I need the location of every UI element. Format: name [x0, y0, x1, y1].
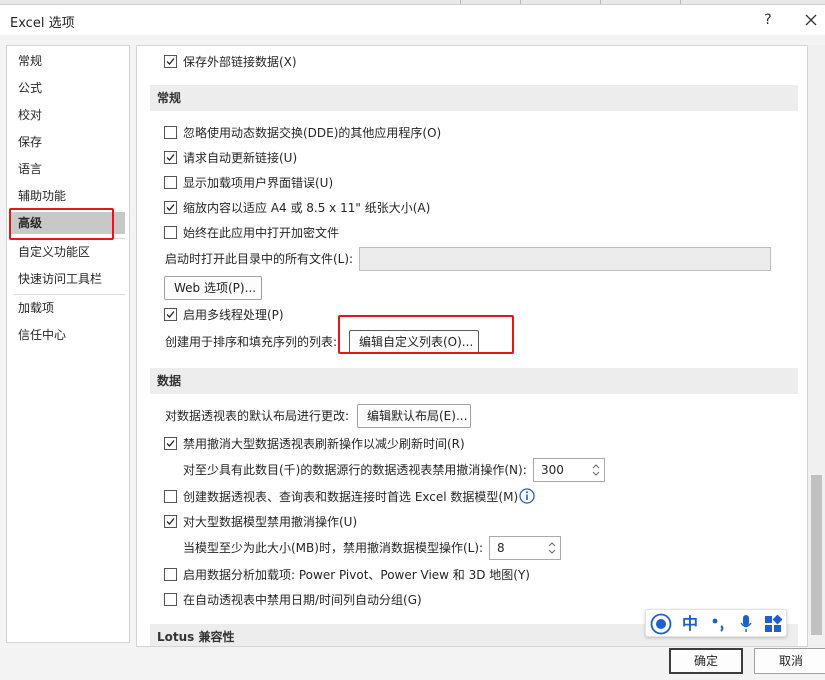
model-size-label: 当模型至少为此大小(MB)时，禁用撤消数据模型操作(L): [183, 541, 484, 555]
sidebar-item-proofing[interactable]: 校对 [11, 104, 125, 126]
startup-dir-label: 启动时打开此目录中的所有文件(L): [165, 252, 354, 266]
title-bar: Excel 选项 ? [0, 5, 825, 35]
check-icon [166, 518, 175, 525]
scrollbar-thumb[interactable] [811, 475, 822, 635]
sidebar-item-customize-ribbon[interactable]: 自定义功能区 [11, 241, 125, 263]
options-sidebar: 常规 公式 校对 保存 语言 辅助功能 高级 自定义功能区 快速访问工具栏 加载… [6, 45, 130, 643]
model-size-value: 8 [497, 541, 505, 555]
ok-button[interactable]: 确定 [669, 648, 743, 674]
disable-date-group-checkbox[interactable] [164, 593, 177, 606]
open-encrypted-label: 始终在此应用中打开加密文件 [183, 226, 340, 240]
ask-update-links-label: 请求自动更新链接(U) [183, 151, 298, 165]
check-icon [166, 58, 175, 65]
sidebar-item-quick-access-toolbar[interactable]: 快速访问工具栏 [11, 268, 125, 290]
scale-a4-checkbox[interactable] [164, 201, 177, 214]
prefer-data-model-label: 创建数据透视表、查询表和数据连接时首选 Excel 数据模型(M) [183, 490, 519, 504]
sidebar-item-addins[interactable]: 加载项 [11, 297, 125, 319]
info-icon[interactable] [519, 488, 535, 504]
multithread-checkbox[interactable] [164, 308, 177, 321]
show-addin-errors-label: 显示加载项用户界面错误(U) [183, 176, 334, 190]
sidebar-item-trust-center[interactable]: 信任中心 [11, 324, 125, 346]
ime-toolbar[interactable]: 中 [645, 609, 787, 637]
spinner-arrows-icon[interactable] [544, 537, 560, 559]
scale-a4-label: 缩放内容以适应 A4 或 8.5 x 11" 纸张大小(A) [183, 201, 431, 215]
sidebar-item-accessibility[interactable]: 辅助功能 [11, 185, 125, 207]
disable-date-group-label: 在自动透视表中禁用日期/时间列自动分组(G) [183, 593, 422, 607]
toolbox-grid-icon[interactable] [764, 614, 783, 633]
ask-update-links-checkbox[interactable] [164, 151, 177, 164]
analysis-addins-label: 启用数据分析加载项: Power Pivot、Power View 和 3D 地… [183, 568, 530, 582]
sidebar-highlight-box [9, 208, 114, 240]
web-options-button[interactable]: Web 选项(P)... [164, 276, 262, 300]
check-icon [166, 440, 175, 447]
data-section-header: 数据 [150, 368, 798, 394]
disable-undo-refresh-label: 禁用撤消大型数据透视表刷新操作以减少刷新时间(R) [183, 437, 465, 451]
save-external-link-checkbox[interactable] [164, 55, 177, 68]
microphone-icon[interactable] [738, 614, 754, 634]
ime-chinese-mode[interactable]: 中 [682, 613, 698, 635]
ignore-dde-checkbox[interactable] [164, 126, 177, 139]
content-scrollbar[interactable] [808, 45, 825, 647]
show-addin-errors-checkbox[interactable] [164, 176, 177, 189]
ifly-logo-icon[interactable] [650, 613, 672, 635]
spinner-arrows-icon[interactable] [588, 459, 604, 481]
multithread-label: 启用多线程处理(P) [183, 308, 284, 322]
check-icon [166, 154, 175, 161]
startup-dir-input[interactable] [359, 247, 771, 271]
undo-rows-label: 对至少具有此数目(千)的数据源行的数据透视表禁用撤消操作(N): [183, 463, 527, 477]
check-icon [166, 204, 175, 211]
sidebar-item-formulas[interactable]: 公式 [11, 77, 125, 99]
undo-rows-value: 300 [541, 463, 564, 477]
ignore-dde-label: 忽略使用动态数据交换(DDE)的其他应用程序(O) [183, 126, 442, 140]
excel-options-dialog: Excel 选项 ? 常规 公式 校对 保存 语言 辅助功能 高级 自定义功能区… [0, 4, 825, 680]
disable-undo-model-label: 对大型数据模型禁用撤消操作(U) [183, 515, 358, 529]
sidebar-item-language[interactable]: 语言 [11, 158, 125, 180]
analysis-addins-checkbox[interactable] [164, 568, 177, 581]
sidebar-item-save[interactable]: 保存 [11, 131, 125, 153]
custom-list-highlight-box [338, 315, 514, 354]
save-external-link-label: 保存外部链接数据(X) [183, 55, 297, 69]
prefer-data-model-checkbox[interactable] [164, 490, 177, 503]
undo-rows-spinner[interactable]: 300 [533, 458, 605, 482]
general-section-header: 常规 [150, 85, 798, 111]
close-button[interactable] [800, 9, 822, 31]
close-icon [805, 14, 817, 26]
default-layout-label: 对数据透视表的默认布局进行更改: [165, 409, 350, 423]
disable-undo-model-checkbox[interactable] [164, 515, 177, 528]
model-size-spinner[interactable]: 8 [489, 536, 561, 560]
cancel-button[interactable]: 取消 [754, 648, 825, 674]
help-button[interactable]: ? [758, 9, 778, 31]
custom-list-label: 创建用于排序和填充序列的列表: [165, 335, 338, 349]
open-encrypted-checkbox[interactable] [164, 226, 177, 239]
disable-undo-refresh-checkbox[interactable] [164, 437, 177, 450]
punctuation-icon[interactable] [710, 613, 728, 635]
sidebar-item-general[interactable]: 常规 [11, 50, 125, 72]
edit-default-layout-button[interactable]: 编辑默认布局(E)... [357, 404, 471, 428]
check-icon [166, 311, 175, 318]
window-title: Excel 选项 [10, 16, 75, 31]
